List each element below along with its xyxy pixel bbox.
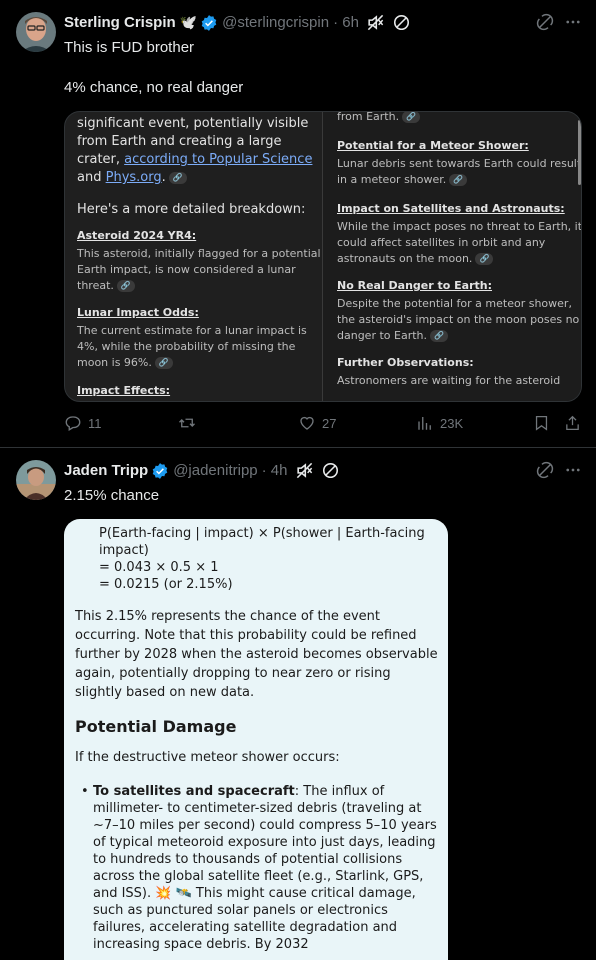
tweet-header: Sterling Crispin 🕊️ @sterlingcrispin · 6… <box>64 13 411 32</box>
phys-org-link[interactable]: Phys.org <box>106 170 162 185</box>
link-chip-icon[interactable]: 🔗 <box>475 253 494 265</box>
section-title: Potential for a Meteor Shower: <box>337 139 529 152</box>
reply-icon <box>65 416 81 431</box>
verified-badge-icon <box>201 14 217 31</box>
section-text: Astronomers are waiting for the asteroid <box>337 374 561 387</box>
repost-button[interactable] <box>178 414 196 432</box>
timestamp[interactable]: · 6h <box>333 14 359 31</box>
tweet-media-screenshot[interactable]: P(Earth-facing | impact) × P(shower | Ea… <box>64 519 448 960</box>
bullet-text: : The influx of millimeter- to centimete… <box>93 784 437 952</box>
section-text: This asteroid, initially flagged for a p… <box>77 247 321 292</box>
heart-icon <box>300 416 314 430</box>
math-line: = 0.043 × 0.5 × 1 <box>99 560 219 575</box>
section-text: The current estimate for a lunar impact … <box>77 324 307 369</box>
section-heading: Potential Damage <box>75 717 237 736</box>
verified-badge-icon <box>152 462 168 479</box>
views-button[interactable]: 23K <box>416 414 463 432</box>
avatar[interactable] <box>16 12 56 52</box>
bookmark-icon <box>535 415 548 431</box>
section-title: Further Observations: <box>337 356 474 369</box>
author-handle[interactable]: @sterlingcrispin <box>222 14 329 31</box>
tweet-header: Jaden Tripp @jadenitripp · 4h <box>64 461 340 480</box>
section-title: No Real Danger to Earth: <box>337 279 493 292</box>
author-name[interactable]: Sterling Crispin <box>64 14 176 31</box>
view-count: 23K <box>440 415 464 431</box>
more-options-icon[interactable] <box>564 13 582 31</box>
like-button[interactable]: 27 <box>298 414 336 432</box>
share-button[interactable] <box>564 414 581 432</box>
math-line: P(Earth-facing | impact) × P(shower | Ea… <box>99 526 425 541</box>
muted-speaker-icon[interactable] <box>295 461 314 480</box>
link-chip-icon[interactable]: 🔗 <box>402 112 421 123</box>
repost-icon <box>179 418 195 428</box>
blocked-circle-icon[interactable] <box>321 461 340 480</box>
link-chip-icon[interactable]: 🔗 <box>449 174 468 186</box>
action-bar: 11 27 23K <box>0 414 596 436</box>
section-text: While the impact poses no threat to Eart… <box>337 220 582 265</box>
popular-science-link[interactable]: according to Popular Science <box>124 152 312 167</box>
bullet-item: To satellites and spacecraft: The influx… <box>75 783 440 953</box>
document-content: P(Earth-facing | impact) × P(shower | Ea… <box>75 519 440 953</box>
avatar[interactable] <box>16 460 56 500</box>
breakdown-heading: Here's a more detailed breakdown: <box>77 202 306 217</box>
media-left-column: significant event, potentially visible f… <box>65 112 323 401</box>
intro-text: If the destructive meteor shower occurs: <box>75 750 340 765</box>
link-chip-icon[interactable]: 🔗 <box>168 171 187 184</box>
section-text: from Earth. 🔗 <box>337 112 581 125</box>
math-line: = 0.0215 (or 2.15%) <box>99 577 233 592</box>
dove-emoji: 🕊️ <box>179 14 198 30</box>
reply-count: 11 <box>88 415 102 431</box>
scrollbar[interactable] <box>578 120 581 185</box>
tweet-sterling[interactable]: Sterling Crispin 🕊️ @sterlingcrispin · 6… <box>0 0 596 447</box>
tweet-top-actions <box>536 461 582 479</box>
section-text: Lunar debris sent towards Earth could re… <box>337 157 582 186</box>
muted-speaker-icon[interactable] <box>366 13 385 32</box>
views-chart-icon <box>418 417 431 430</box>
link-chip-icon[interactable]: 🔗 <box>154 357 173 369</box>
section-title: Impact Effects: <box>77 384 171 397</box>
tweet-text-line1: This is FUD brother <box>64 39 195 56</box>
explanation-paragraph: This 2.15% represents the chance of the … <box>75 609 438 700</box>
media-right-column: from Earth. 🔗 Potential for a Meteor Show… <box>323 112 582 401</box>
grok-icon[interactable] <box>536 13 554 31</box>
more-options-icon[interactable] <box>564 461 582 479</box>
tweet-media-screenshot[interactable]: significant event, potentially visible f… <box>64 111 582 402</box>
section-title: Lunar Impact Odds: <box>77 306 199 319</box>
lead-paragraph: significant event, potentially visible f… <box>77 116 313 185</box>
section-title: Impact on Satellites and Astronauts: <box>337 202 565 215</box>
blocked-circle-icon[interactable] <box>392 13 411 32</box>
reply-button[interactable]: 11 <box>64 414 102 432</box>
section-text: Despite the potential for a meteor showe… <box>337 297 580 342</box>
author-name[interactable]: Jaden Tripp <box>64 462 148 479</box>
author-handle[interactable]: @jadenitripp <box>173 462 257 479</box>
link-chip-icon[interactable]: 🔗 <box>116 280 135 292</box>
timestamp[interactable]: · 4h <box>262 462 288 479</box>
tweet-text: 2.15% chance <box>64 487 160 504</box>
like-count: 27 <box>322 415 337 431</box>
section-title: Asteroid 2024 YR4: <box>77 229 197 242</box>
grok-icon[interactable] <box>536 461 554 479</box>
math-line: impact) <box>99 543 149 558</box>
bookmark-button[interactable] <box>533 414 550 432</box>
link-chip-icon[interactable]: 🔗 <box>430 330 448 342</box>
bullet-title: To satellites and spacecraft <box>93 784 295 799</box>
share-icon <box>566 415 579 431</box>
tweet-text-line2: 4% chance, no real danger <box>64 79 244 96</box>
tweet-top-actions <box>536 13 582 31</box>
